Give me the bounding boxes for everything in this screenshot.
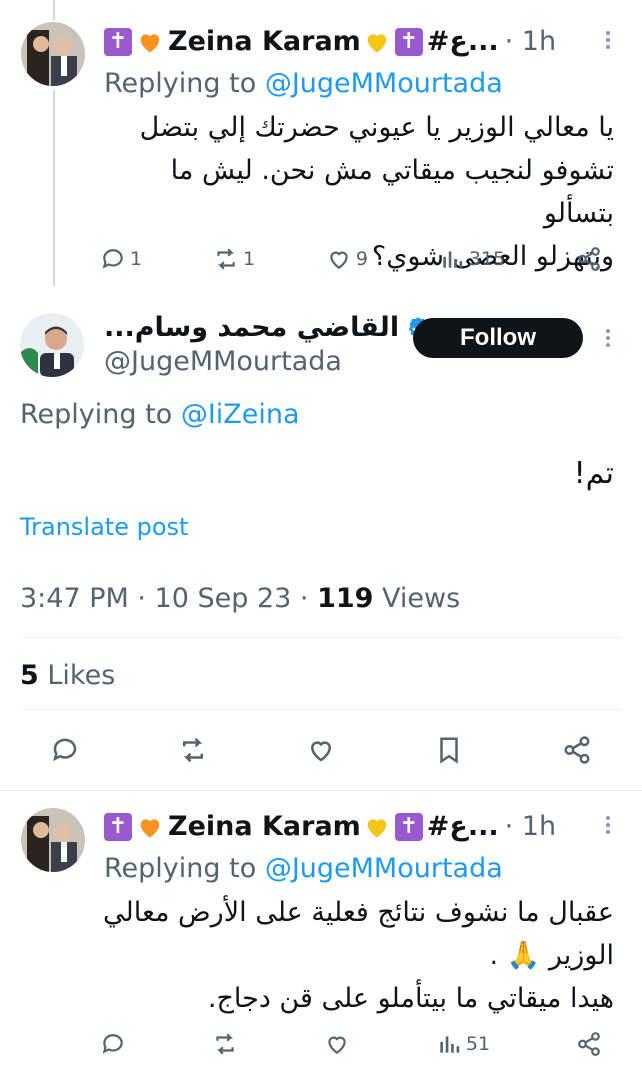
like-icon bbox=[310, 741, 332, 762]
repost-icon bbox=[216, 1033, 234, 1055]
post-text-line: عقبال ما نشوف نتائج فعلية على الأرض معال… bbox=[103, 897, 614, 928]
divider bbox=[20, 709, 622, 710]
like-count: 9 bbox=[355, 248, 368, 270]
repost-icon bbox=[217, 248, 235, 270]
post-text-line: الوزير 🙏 . bbox=[489, 940, 615, 971]
post-actions bbox=[50, 730, 592, 770]
cross-emoji: ✝ bbox=[394, 27, 423, 56]
cross-emoji: ✝ bbox=[104, 812, 132, 841]
reply-button[interactable] bbox=[50, 735, 80, 765]
avatar[interactable] bbox=[20, 313, 84, 377]
likes-label: Likes bbox=[38, 660, 116, 691]
replying-to-handle[interactable]: @JugeMMourtada bbox=[265, 853, 503, 884]
timestamp-text[interactable]: 3:47 PM · 10 Sep 23 · bbox=[20, 583, 317, 614]
like-button[interactable] bbox=[306, 735, 336, 765]
bookmark-button[interactable] bbox=[434, 735, 464, 765]
views-icon bbox=[443, 251, 463, 268]
likes-count: 5 bbox=[20, 660, 39, 691]
like-button[interactable]: 9 bbox=[326, 246, 368, 272]
reply-icon bbox=[102, 249, 123, 269]
follow-button[interactable]: Follow bbox=[413, 318, 583, 358]
replying-to: Replying to @JugeMMourtada bbox=[104, 853, 503, 884]
share-button[interactable] bbox=[562, 735, 592, 765]
repost-button[interactable]: 1 bbox=[213, 246, 255, 272]
thread-line-top bbox=[53, 0, 55, 20]
yellow-heart-emoji bbox=[363, 813, 391, 841]
reply-icon bbox=[53, 738, 77, 762]
reply-button[interactable] bbox=[100, 1031, 126, 1057]
avatar[interactable] bbox=[21, 22, 85, 86]
reply-count: 1 bbox=[130, 248, 143, 270]
divider bbox=[0, 790, 642, 791]
view-count: 315 bbox=[468, 248, 506, 270]
post-text-line: تشوفو لنجيب ميقاتي مش نحن. ليش ما بتسألو bbox=[170, 155, 614, 229]
thread-line bbox=[53, 90, 55, 286]
repost-icon bbox=[183, 737, 203, 763]
display-name: Zeina Karam bbox=[168, 811, 361, 842]
like-button[interactable] bbox=[324, 1031, 350, 1057]
replying-to-handle[interactable]: @IiZeina bbox=[181, 399, 300, 430]
orange-heart-emoji bbox=[136, 28, 164, 56]
author-name-row[interactable]: ✝ Zeina Karam ✝ #ع... · 1h bbox=[104, 811, 556, 842]
post-text: عقبال ما نشوف نتائج فعلية على الأرض معال… bbox=[100, 891, 614, 1020]
post-time[interactable]: · 1h bbox=[505, 811, 556, 842]
share-icon bbox=[564, 736, 590, 764]
bookmark-icon bbox=[440, 737, 458, 764]
post-timestamp: 3:47 PM · 10 Sep 23 · 119 Views bbox=[20, 583, 460, 614]
views-label: Views bbox=[373, 583, 461, 614]
like-icon bbox=[330, 251, 348, 269]
display-name-suffix: #ع... bbox=[426, 811, 499, 842]
post-text: تم! bbox=[573, 456, 614, 491]
reply-button[interactable]: 1 bbox=[100, 246, 142, 272]
divider bbox=[20, 637, 622, 638]
views-count: 119 bbox=[317, 583, 374, 614]
more-dots-icon[interactable] bbox=[606, 813, 612, 837]
replying-to-handle[interactable]: @JugeMMourtada bbox=[265, 68, 503, 99]
post-text-line: هيدا ميقاتي ما بيتأملو على قن دجاج. bbox=[207, 983, 614, 1014]
share-icon bbox=[578, 247, 600, 271]
avatar[interactable] bbox=[21, 808, 85, 872]
share-button[interactable] bbox=[576, 1031, 602, 1057]
views-button[interactable]: 315 bbox=[439, 246, 505, 272]
repost-count: 1 bbox=[242, 248, 256, 270]
views-icon bbox=[440, 1036, 460, 1053]
more-dots-icon[interactable] bbox=[606, 326, 612, 350]
like-icon bbox=[328, 1036, 346, 1054]
post-time[interactable]: · 1h bbox=[505, 26, 556, 57]
orange-heart-emoji bbox=[136, 813, 164, 841]
share-icon bbox=[578, 1032, 600, 1056]
display-name-suffix: #ع... bbox=[426, 26, 499, 57]
yellow-heart-emoji bbox=[363, 28, 391, 56]
views-button[interactable]: 51 bbox=[436, 1031, 490, 1057]
post-actions: 51 bbox=[100, 1029, 602, 1059]
cross-emoji: ✝ bbox=[394, 812, 423, 841]
repost-button[interactable] bbox=[212, 1031, 238, 1057]
post-text-line: يا معالي الوزير يا عيوني حضرتك إلي بتضل bbox=[139, 112, 614, 143]
post-actions: 1 1 9 315 bbox=[100, 244, 602, 274]
likes-summary[interactable]: 5 Likes bbox=[20, 660, 115, 691]
cross-emoji: ✝ bbox=[104, 27, 132, 56]
replying-to-label: Replying to bbox=[104, 68, 265, 99]
reply-icon bbox=[102, 1034, 123, 1054]
view-count: 51 bbox=[465, 1033, 491, 1055]
author-name-row[interactable]: القاضي محمد وسام... bbox=[104, 312, 431, 343]
display-name: القاضي محمد وسام... bbox=[104, 312, 400, 343]
replying-to-label: Replying to bbox=[20, 399, 181, 430]
share-button[interactable] bbox=[576, 246, 602, 272]
more-dots-icon[interactable] bbox=[606, 28, 612, 52]
replying-to-label: Replying to bbox=[104, 853, 265, 884]
author-handle[interactable]: @JugeMMourtada bbox=[104, 346, 342, 377]
translate-post-link[interactable]: Translate post bbox=[20, 513, 188, 541]
replying-to: Replying to @JugeMMourtada bbox=[104, 68, 503, 99]
replying-to: Replying to @IiZeina bbox=[20, 399, 300, 430]
display-name: Zeina Karam bbox=[168, 26, 361, 57]
repost-button[interactable] bbox=[178, 735, 208, 765]
author-name-row[interactable]: ✝ Zeina Karam ✝ #ع... · 1h bbox=[104, 26, 556, 57]
